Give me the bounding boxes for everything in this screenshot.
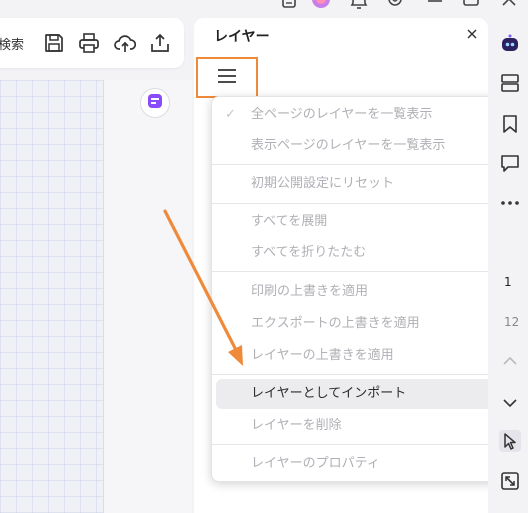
bell-icon[interactable] [350, 0, 368, 10]
layers-options-menu: ✓ 全ページのレイヤーを一覧表示 表示ページのレイヤーを一覧表示 初期公開設定に… [211, 96, 503, 482]
menu-separator [212, 444, 503, 445]
current-page-number[interactable]: 1 [504, 275, 528, 289]
menu-item-label: レイヤーとしてインポート [251, 386, 407, 401]
menu-item-label: レイヤーのプロパティ [251, 456, 380, 471]
canvas-background [104, 80, 192, 513]
menu-item-apply-layer-override[interactable]: レイヤーの上書きを適用 [216, 341, 498, 371]
menu-separator [212, 374, 503, 375]
search-label[interactable]: 検索 [0, 34, 24, 53]
top-strip [0, 0, 528, 16]
ai-assistant-icon [146, 92, 164, 114]
menu-item-delete-layer[interactable]: レイヤーを削除 [216, 411, 498, 441]
document-canvas[interactable] [0, 80, 104, 513]
bookmark-icon[interactable] [499, 113, 521, 135]
main-toolbar: 検索 [0, 18, 184, 68]
checkmark-icon: ✓ [225, 107, 236, 122]
chevron-up-icon[interactable] [499, 350, 521, 372]
maximize-icon[interactable] [462, 0, 480, 10]
print-icon[interactable] [77, 31, 101, 55]
minimize-icon[interactable] [426, 0, 444, 10]
fit-page-icon[interactable] [499, 470, 521, 492]
menu-item-label: 全ページのレイヤーを一覧表示 [251, 107, 433, 122]
menu-item-show-all-pages-layers[interactable]: ✓ 全ページのレイヤーを一覧表示 [216, 100, 498, 130]
menu-separator [212, 164, 503, 165]
menu-item-apply-export-override[interactable]: エクスポートの上書きを適用 [216, 309, 498, 339]
menu-item-label: 印刷の上書きを適用 [251, 284, 369, 299]
cloud-upload-icon[interactable] [113, 31, 137, 55]
menu-item-label: 初期公開設定にリセット [251, 176, 395, 191]
avatar[interactable] [312, 0, 330, 10]
menu-item-label: すべてを展開 [251, 214, 328, 229]
menu-item-reset-initial-visibility[interactable]: 初期公開設定にリセット [216, 169, 498, 199]
menu-item-label: エクスポートの上書きを適用 [251, 316, 420, 331]
hamburger-menu-icon [216, 67, 238, 89]
menu-separator [212, 271, 503, 272]
document-icon[interactable] [280, 0, 298, 10]
save-icon[interactable] [42, 31, 66, 55]
close-icon[interactable] [464, 26, 480, 42]
comment-icon[interactable] [499, 152, 521, 174]
settings-icon[interactable] [386, 0, 404, 10]
menu-item-show-current-page-layers[interactable]: 表示ページのレイヤーを一覧表示 [216, 131, 498, 161]
menu-item-label: レイヤーの上書きを適用 [251, 348, 394, 363]
menu-separator [212, 203, 503, 204]
menu-item-label: 表示ページのレイヤーを一覧表示 [251, 138, 446, 153]
menu-item-collapse-all[interactable]: すべてを折りたたむ [216, 238, 498, 268]
menu-item-expand-all[interactable]: すべてを展開 [216, 207, 498, 237]
ai-assistant-button[interactable] [140, 88, 170, 118]
menu-item-import-as-layer[interactable]: レイヤーとしてインポート [216, 379, 498, 409]
menu-item-label: すべてを折りたたむ [251, 245, 367, 260]
ai-bot-icon[interactable] [499, 33, 521, 55]
menu-item-label: レイヤーを削除 [251, 418, 342, 433]
menu-item-apply-print-override[interactable]: 印刷の上書きを適用 [216, 277, 498, 307]
window-close-icon[interactable] [500, 0, 518, 10]
layers-panel-icon[interactable] [499, 72, 521, 94]
menu-item-layer-properties[interactable]: レイヤーのプロパティ [216, 449, 498, 479]
total-page-count: 12 [504, 315, 520, 329]
more-icon[interactable] [499, 192, 521, 214]
panel-title: レイヤー [214, 29, 270, 45]
layers-menu-button[interactable] [196, 57, 258, 98]
chevron-down-icon[interactable] [499, 392, 521, 414]
share-upload-icon[interactable] [148, 31, 172, 55]
select-pointer-icon[interactable] [499, 430, 521, 452]
